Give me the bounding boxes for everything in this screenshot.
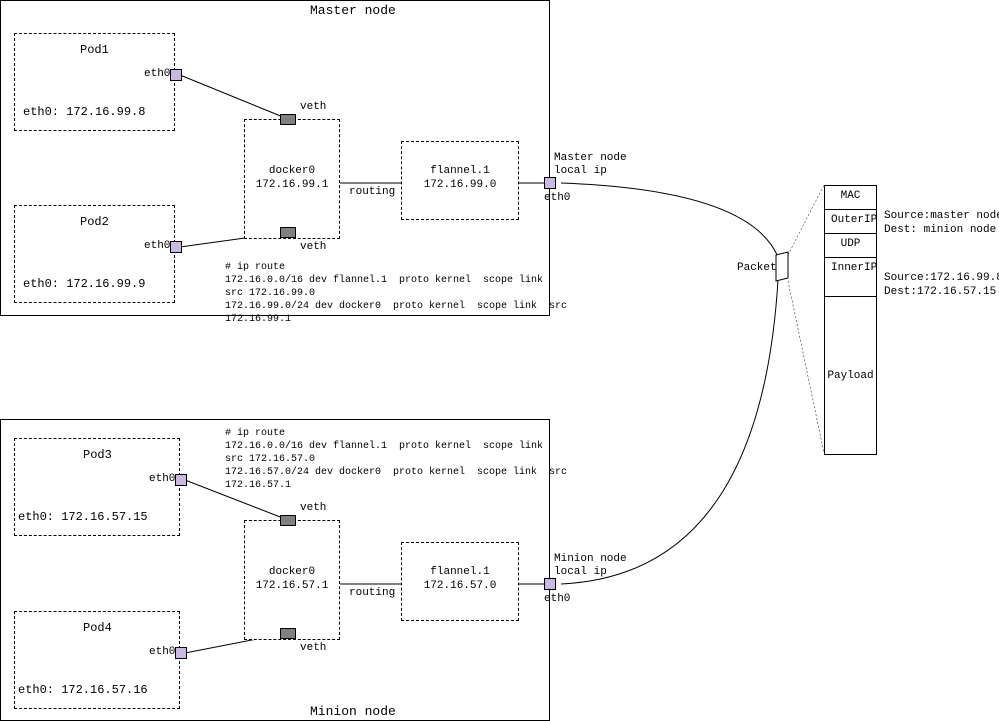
master-eth0-port (544, 177, 556, 189)
packet-table: MAC OuterIP UDP InnerIP Payload (824, 185, 877, 455)
pod4-eth0-port (175, 647, 187, 659)
master-veth-top-label: veth (300, 101, 326, 113)
minion-routing-label: routing (349, 587, 395, 599)
master-flannel-name: flannel.1 (401, 165, 519, 177)
pod3-eth0-label: eth0 (149, 473, 175, 485)
minion-flannel-name: flannel.1 (401, 566, 519, 578)
minion-veth-top-port (280, 515, 296, 526)
master-veth-bottom-label: veth (300, 241, 326, 253)
master-title: Master node (310, 3, 396, 18)
packet-label: Packet (737, 262, 777, 274)
minion-docker0-ip: 172.16.57.1 (244, 580, 340, 592)
packet-outer-note: Source:master node ip Dest: minion node … (884, 209, 999, 238)
master-routing-label: routing (349, 186, 395, 198)
minion-docker0-name: docker0 (244, 566, 340, 578)
packet-udp: UDP (825, 234, 876, 258)
packet-innerip: InnerIP (825, 258, 876, 297)
pod1-ip: eth0: 172.16.99.8 (23, 105, 145, 119)
master-flannel-ip: 172.16.99.0 (401, 179, 519, 191)
master-routes: # ip route 172.16.0.0/16 dev flannel.1 p… (225, 261, 567, 326)
master-veth-top-port (280, 114, 296, 125)
master-veth-bottom-port (280, 227, 296, 238)
minion-flannel-ip: 172.16.57.0 (401, 580, 519, 592)
packet-mac: MAC (825, 186, 876, 210)
packet-inner-note: Source:172.16.99.8 Dest:172.16.57.15 (884, 271, 999, 300)
minion-veth-bottom-label: veth (300, 642, 326, 654)
minion-veth-top-label: veth (300, 502, 326, 514)
minion-node-ip-label: Minion node local ip (554, 553, 627, 579)
pod3-name: Pod3 (83, 448, 112, 462)
pod2-name: Pod2 (80, 215, 109, 229)
minion-veth-bottom-port (280, 628, 296, 639)
pod3-eth0-port (175, 474, 187, 486)
master-docker0-name: docker0 (244, 165, 340, 177)
pod4-ip: eth0: 172.16.57.16 (18, 683, 148, 697)
minion-eth0-port (544, 578, 556, 590)
pod1-eth0-port (170, 69, 182, 81)
packet-outerip: OuterIP (825, 210, 876, 234)
master-node-ip-label: Master node local ip (554, 152, 627, 178)
pod1-name: Pod1 (80, 43, 109, 57)
master-docker0-ip: 172.16.99.1 (244, 179, 340, 191)
pod2-eth0-label: eth0 (144, 240, 170, 252)
pod2-ip: eth0: 172.16.99.9 (23, 277, 145, 291)
packet-payload: Payload (825, 297, 876, 454)
minion-title: Minion node (310, 704, 396, 719)
pod2-eth0-port (170, 241, 182, 253)
master-eth0-label: eth0 (544, 192, 570, 204)
minion-routes: # ip route 172.16.0.0/16 dev flannel.1 p… (225, 427, 567, 492)
pod4-eth0-label: eth0 (149, 646, 175, 658)
minion-eth0-label: eth0 (544, 593, 570, 605)
pod4-name: Pod4 (83, 621, 112, 635)
pod3-ip: eth0: 172.16.57.15 (18, 510, 148, 524)
pod1-eth0-label: eth0 (144, 68, 170, 80)
